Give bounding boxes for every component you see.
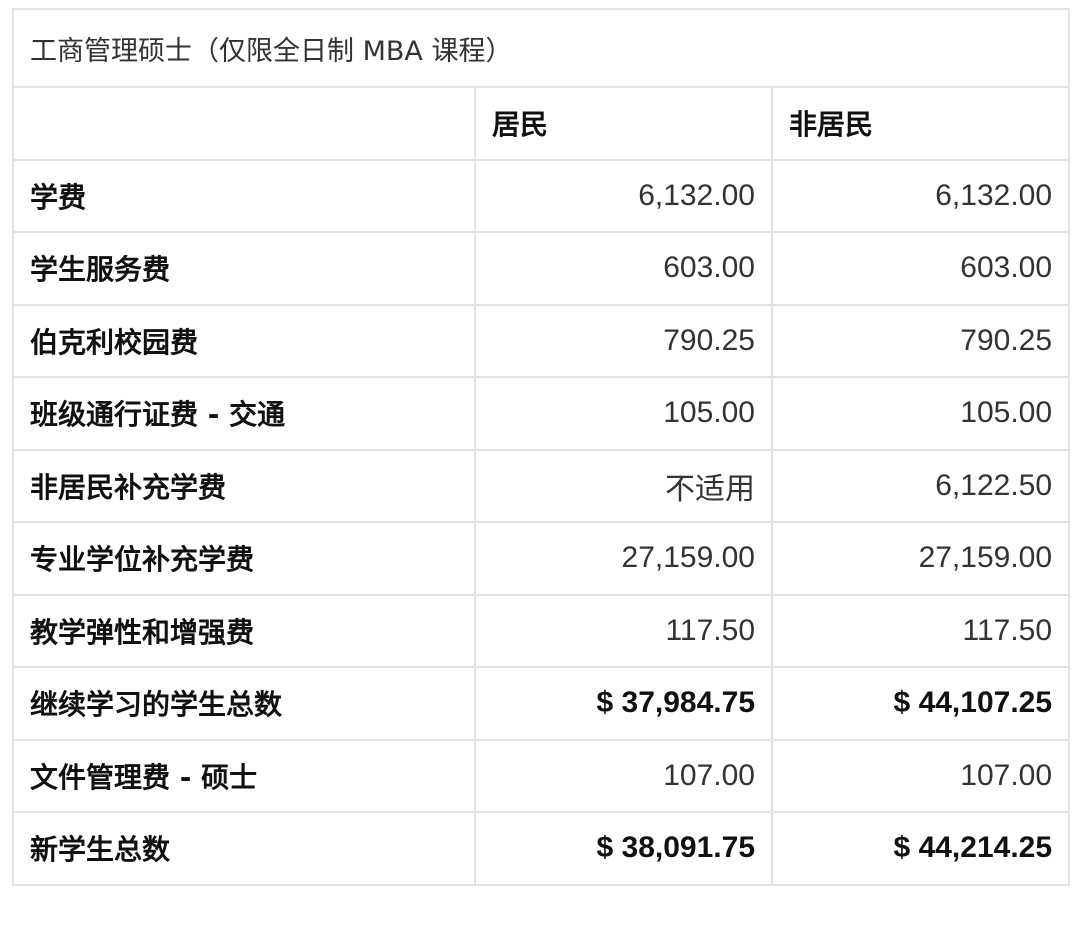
header-nonresident: 非居民 [770, 86, 1071, 161]
nonresident-value: 27,159.00 [770, 521, 1071, 596]
resident-value: 27,159.00 [474, 521, 773, 596]
resident-value: 不适用 [474, 448, 773, 523]
table-caption-row: 工商管理硕士（仅限全日制 MBA 课程） [11, 8, 1071, 88]
table-row: 伯克利校园费 790.25 790.25 [12, 303, 1071, 378]
nonresident-value: $ 44,214.25 [770, 811, 1071, 886]
nonresident-value: 6,132.00 [770, 158, 1071, 233]
resident-value: $ 38,091.75 [474, 811, 773, 886]
table-caption: 工商管理硕士（仅限全日制 MBA 课程） [11, 8, 1071, 88]
table-body: 学费 6,132.00 6,132.00 学生服务费 603.00 603.00 伯克利校园… [12, 158, 1071, 886]
table-header-row: 居民 非居民 [12, 86, 1071, 161]
fee-table-container: 工商管理硕士（仅限全日制 MBA 课程） 居民 非居民 学费 6,132.00 6,… [11, 8, 1071, 886]
resident-value: 117.50 [474, 593, 773, 668]
table-row: 文件管理费 - 硕士 107.00 107.00 [12, 738, 1071, 813]
resident-value: 107.00 [474, 738, 773, 813]
row-label: 学生服务费 [12, 231, 476, 306]
table-row: 专业学位补充学费 27,159.00 27,159.00 [12, 521, 1071, 596]
nonresident-value: 6,122.50 [770, 448, 1071, 523]
row-label: 伯克利校园费 [12, 303, 476, 378]
row-label: 班级通行证费 - 交通 [12, 376, 476, 451]
row-label: 学费 [12, 158, 476, 233]
resident-value: 6,132.00 [474, 158, 773, 233]
header-empty [12, 86, 476, 161]
row-label: 继续学习的学生总数 [12, 666, 476, 741]
table-row: 教学弹性和增强费 117.50 117.50 [12, 593, 1071, 668]
row-label: 非居民补充学费 [12, 448, 476, 523]
nonresident-value: 603.00 [770, 231, 1071, 306]
table-row: 学生服务费 603.00 603.00 [12, 231, 1071, 306]
table-row: 班级通行证费 - 交通 105.00 105.00 [12, 376, 1071, 451]
nonresident-value: 117.50 [770, 593, 1071, 668]
table-row: 继续学习的学生总数 $ 37,984.75 $ 44,107.25 [12, 666, 1071, 741]
table-row: 新学生总数 $ 38,091.75 $ 44,214.25 [12, 811, 1071, 886]
nonresident-value: 790.25 [770, 303, 1071, 378]
row-label: 文件管理费 - 硕士 [12, 738, 476, 813]
resident-value: $ 37,984.75 [474, 666, 773, 741]
table-row: 学费 6,132.00 6,132.00 [12, 158, 1071, 233]
row-label: 教学弹性和增强费 [12, 593, 476, 668]
resident-value: 790.25 [474, 303, 773, 378]
nonresident-value: 107.00 [770, 738, 1071, 813]
resident-value: 603.00 [474, 231, 773, 306]
header-resident: 居民 [474, 86, 773, 161]
row-label: 新学生总数 [12, 811, 476, 886]
nonresident-value: 105.00 [770, 376, 1071, 451]
resident-value: 105.00 [474, 376, 773, 451]
nonresident-value: $ 44,107.25 [770, 666, 1071, 741]
table-row: 非居民补充学费 不适用 6,122.50 [12, 448, 1071, 523]
row-label: 专业学位补充学费 [12, 521, 476, 596]
fee-table: 工商管理硕士（仅限全日制 MBA 课程） 居民 非居民 学费 6,132.00 6,… [11, 8, 1071, 886]
